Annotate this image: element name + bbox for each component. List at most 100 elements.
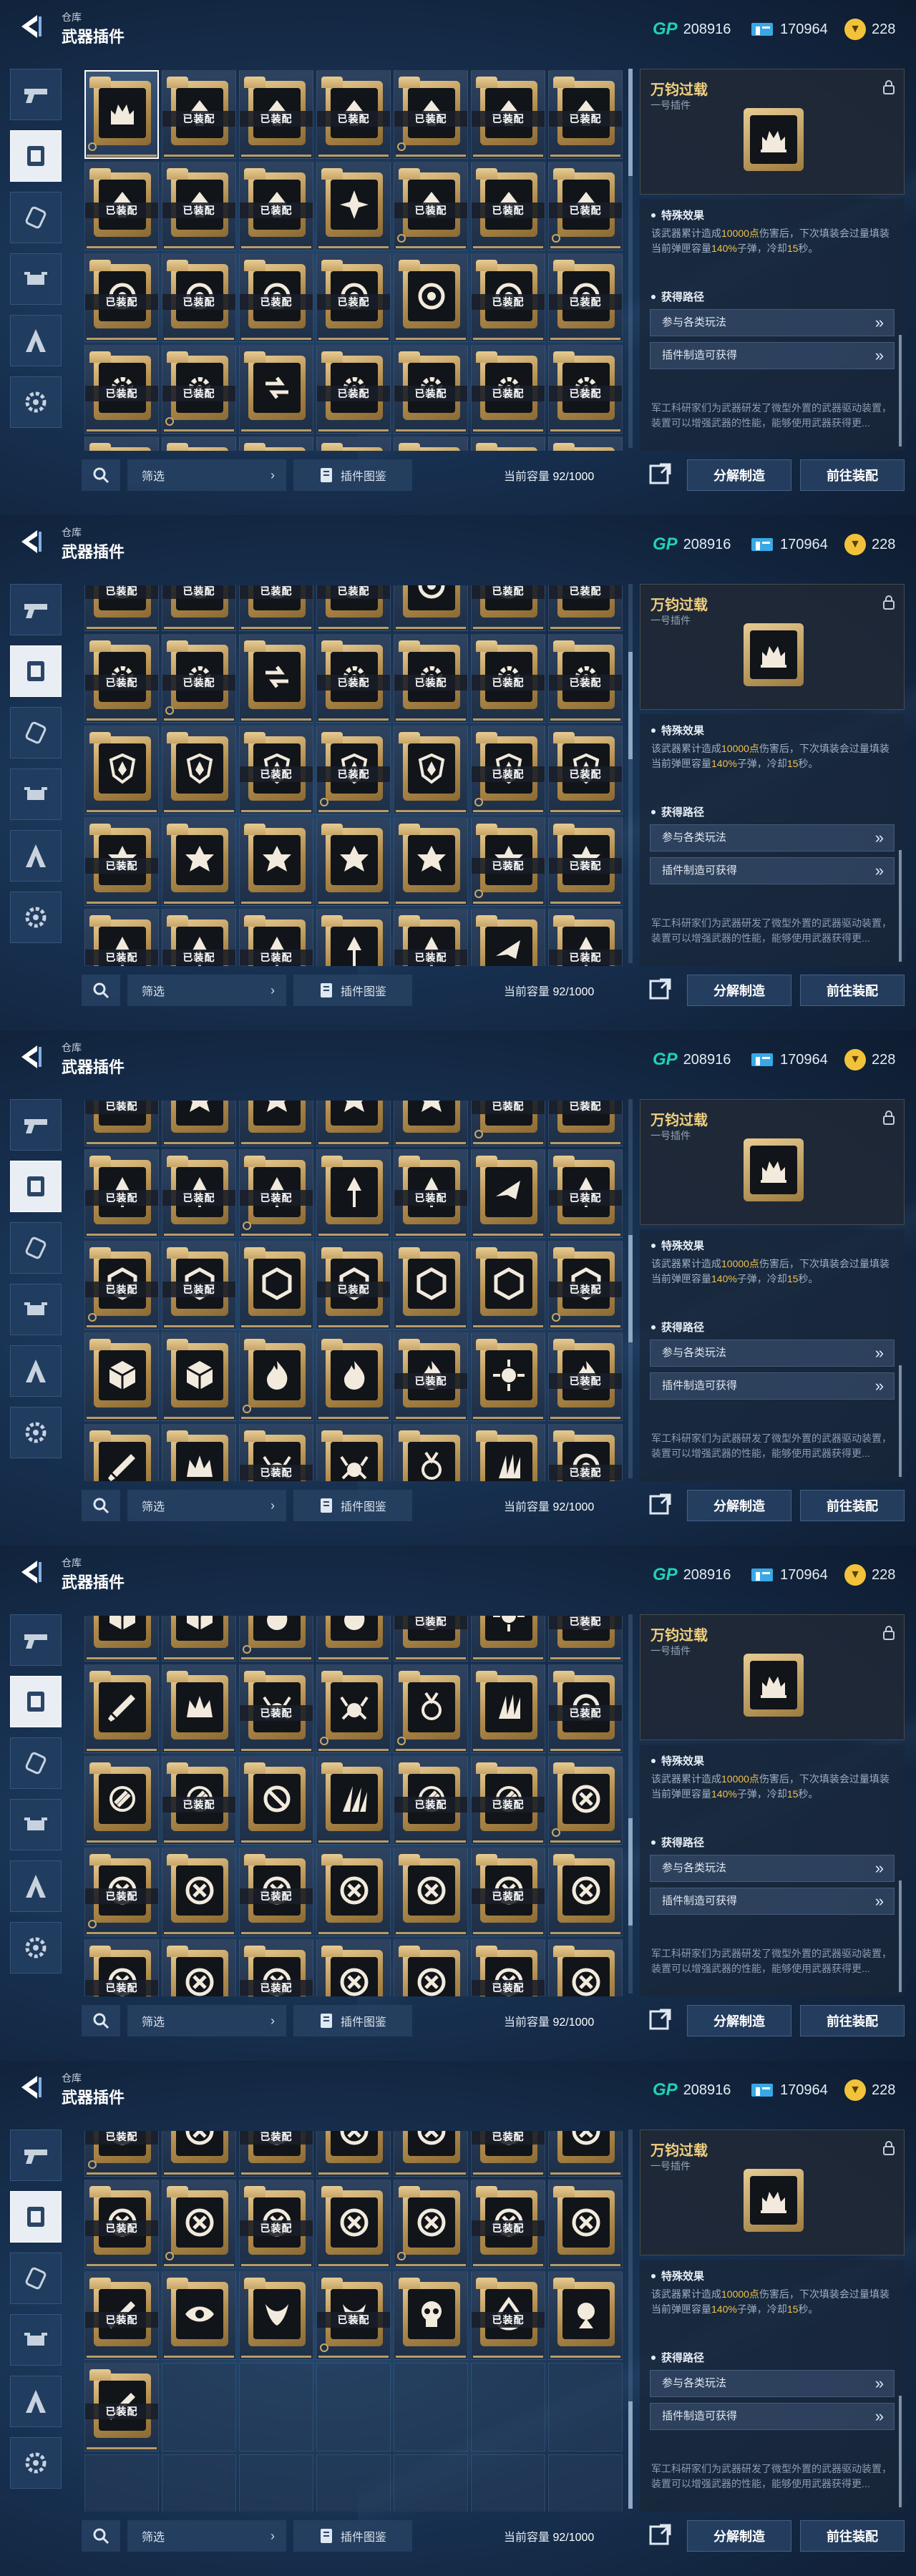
plugin-slot[interactable]: 已装配 — [316, 726, 391, 814]
expand-button[interactable] — [634, 2002, 687, 2036]
sidebar-tab-attachment[interactable] — [10, 1222, 62, 1274]
plugin-slot[interactable]: 已装配 — [394, 1332, 468, 1421]
plugin-slot[interactable] — [316, 817, 391, 906]
source-crafting-button[interactable]: 插件制造可获得 » — [650, 342, 895, 369]
plugin-slot[interactable] — [239, 1332, 313, 1421]
empty-slot[interactable] — [162, 2363, 236, 2451]
plugin-slot[interactable] — [84, 1332, 159, 1421]
plugin-slot[interactable] — [162, 1664, 236, 1753]
sidebar-tab-emblem[interactable] — [10, 830, 62, 882]
back-button[interactable] — [13, 525, 49, 558]
sidebar-tab-gear-badge[interactable] — [10, 2437, 62, 2489]
plugin-slot[interactable] — [471, 1149, 545, 1238]
plugin-slot[interactable]: 已装配 — [239, 162, 313, 250]
plugin-slot[interactable] — [162, 1424, 236, 1481]
plugin-slot[interactable] — [162, 726, 236, 814]
sidebar-tab-drone[interactable] — [10, 769, 62, 820]
empty-slot[interactable] — [548, 2363, 623, 2451]
plugin-slot[interactable] — [84, 70, 159, 159]
back-button[interactable] — [13, 10, 49, 43]
plugin-slot[interactable]: 已装配 — [548, 1149, 623, 1238]
plugin-slot[interactable]: 已装配 — [84, 585, 159, 631]
plugin-slot[interactable]: 已装配 — [84, 2131, 159, 2177]
plugin-slot[interactable]: 已装配 — [471, 162, 545, 250]
plugin-slot[interactable]: 已装配 — [548, 909, 623, 966]
plugin-slot[interactable] — [471, 1332, 545, 1421]
plugin-slot[interactable]: 已装配 — [84, 1848, 159, 1936]
plugin-slot[interactable]: 已装配 — [394, 162, 468, 250]
sidebar-tab-gear-badge[interactable] — [10, 1922, 62, 1974]
plugin-slot[interactable]: 已装配 — [84, 2180, 159, 2268]
plugin-slot[interactable]: 已装配 — [239, 1664, 313, 1753]
plugin-slot[interactable]: 已装配 — [239, 2180, 313, 2268]
empty-slot[interactable] — [316, 2363, 391, 2451]
empty-slot[interactable] — [239, 2454, 313, 2512]
plugin-slot[interactable] — [394, 1939, 468, 1996]
empty-slot[interactable] — [84, 2454, 159, 2512]
plugin-slot[interactable]: 已装配 — [471, 1101, 545, 1146]
sidebar-tab-plugin[interactable] — [10, 2191, 62, 2243]
search-button[interactable] — [82, 459, 120, 491]
plugin-slot[interactable] — [316, 1939, 391, 1996]
lock-icon[interactable] — [881, 1110, 897, 1126]
plugin-slot[interactable] — [548, 1939, 623, 1996]
plugin-slot[interactable] — [316, 1616, 391, 1662]
sidebar-tab-plugin[interactable] — [10, 645, 62, 697]
plugin-slot[interactable] — [394, 1848, 468, 1936]
plugin-slot[interactable]: 已装配 — [162, 253, 236, 342]
plugin-slot[interactable]: 已装配 — [548, 1332, 623, 1421]
grid-scroll-thumb[interactable] — [628, 1235, 633, 1342]
search-button[interactable] — [82, 1490, 120, 1521]
plugin-slot[interactable]: 已装配 — [394, 345, 468, 434]
plugin-slot[interactable] — [316, 1149, 391, 1238]
sidebar-tab-gear-badge[interactable] — [10, 1407, 62, 1458]
go-equip-button[interactable]: 前往装配 — [800, 1490, 905, 1521]
plugin-slot[interactable] — [394, 1241, 468, 1330]
lock-icon[interactable] — [881, 2140, 897, 2156]
plugin-slot[interactable]: 已装配 — [239, 2131, 313, 2177]
plugin-slot[interactable] — [471, 1664, 545, 1753]
expand-button[interactable] — [634, 972, 687, 1006]
plugin-slot[interactable] — [316, 1848, 391, 1936]
plugin-slot[interactable] — [394, 2131, 468, 2177]
back-button[interactable] — [13, 2071, 49, 2104]
plugin-slot[interactable] — [548, 2271, 623, 2360]
plugin-slot[interactable] — [162, 2271, 236, 2360]
plugin-slot[interactable]: 已装配 — [239, 70, 313, 159]
plugin-slot[interactable]: 已装配 — [316, 436, 391, 451]
plugin-slot[interactable] — [84, 726, 159, 814]
source-gameplay-button[interactable]: 参与各类玩法 » — [650, 824, 895, 852]
filter-dropdown[interactable]: 筛选 › — [127, 1490, 286, 1521]
grid-scroll-thumb[interactable] — [628, 2401, 633, 2509]
plugin-slot[interactable] — [239, 2271, 313, 2360]
source-gameplay-button[interactable]: 参与各类玩法 » — [650, 1340, 895, 1367]
plugin-slot[interactable] — [84, 1756, 159, 1845]
plugin-slot[interactable] — [394, 1664, 468, 1753]
plugin-slot[interactable] — [471, 909, 545, 966]
filter-dropdown[interactable]: 筛选 › — [127, 975, 286, 1006]
source-crafting-button[interactable]: 插件制造可获得 » — [650, 857, 895, 884]
lock-icon[interactable] — [881, 1625, 897, 1641]
expand-button[interactable] — [634, 2517, 687, 2552]
plugin-slot[interactable]: 已装配 — [162, 909, 236, 966]
plugin-slot[interactable] — [162, 436, 236, 451]
plugin-slot[interactable]: 已装配 — [394, 70, 468, 159]
disassemble-button[interactable]: 分解制造 — [687, 2520, 791, 2552]
plugin-slot[interactable]: 已装配 — [239, 909, 313, 966]
plugin-slot[interactable] — [316, 1664, 391, 1753]
plugin-atlas-button[interactable]: 插件图鉴 — [293, 459, 412, 491]
empty-slot[interactable] — [394, 2454, 468, 2512]
plugin-slot[interactable] — [239, 345, 313, 434]
plugin-slot[interactable]: 已装配 — [84, 2271, 159, 2360]
plugin-slot[interactable]: 已装配 — [471, 2131, 545, 2177]
sidebar-tab-pistol[interactable] — [10, 584, 62, 635]
sidebar-tab-plugin[interactable] — [10, 1161, 62, 1212]
grid-scrollbar[interactable] — [628, 69, 633, 448]
plugin-slot[interactable]: 已装配 — [316, 634, 391, 723]
plugin-slot[interactable]: 已装配 — [471, 436, 545, 451]
filter-dropdown[interactable]: 筛选 › — [127, 459, 286, 491]
plugin-slot[interactable]: 已装配 — [239, 1848, 313, 1936]
sidebar-tab-pistol[interactable] — [10, 1614, 62, 1666]
plugin-slot[interactable]: 已装配 — [548, 436, 623, 451]
plugin-slot[interactable]: 已装配 — [162, 1149, 236, 1238]
